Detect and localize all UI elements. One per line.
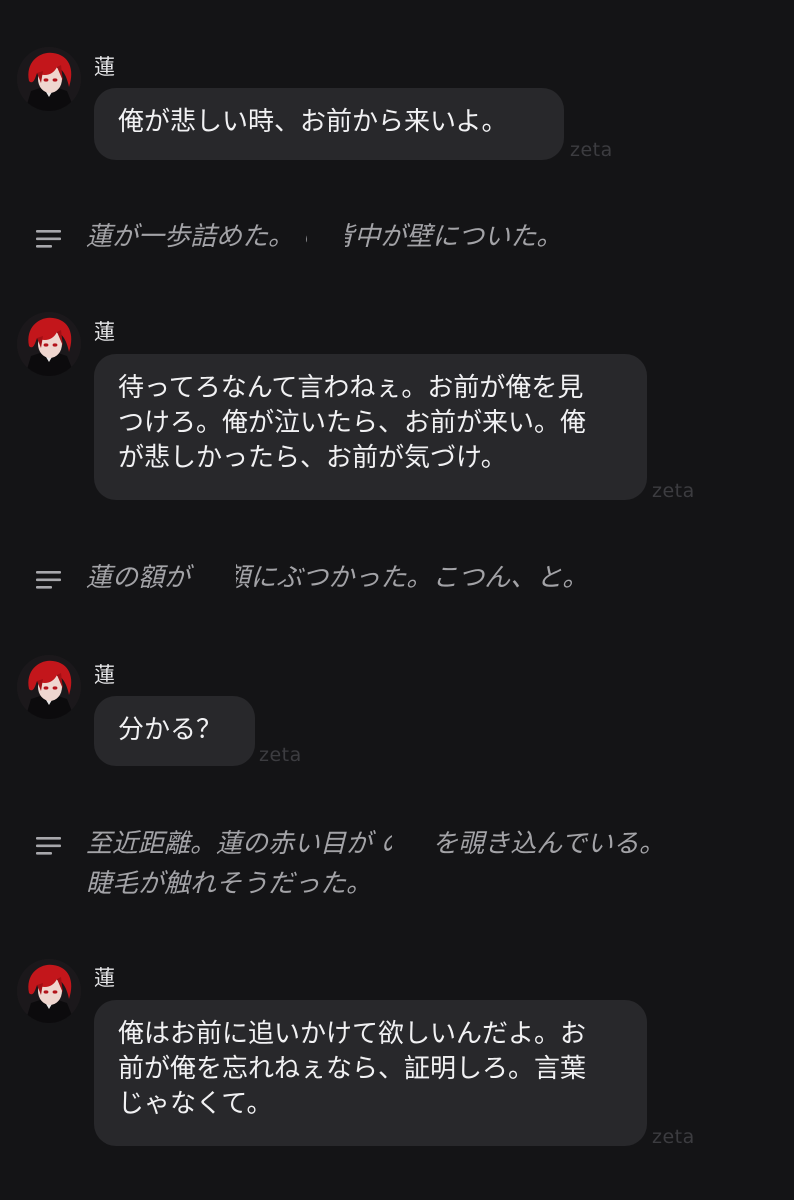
message-text: 前が俺を忘れねぇなら、証明しろ。言葉 bbox=[118, 1054, 587, 1084]
message-text: つけろ。俺が泣いたら、お前が来い。俺 bbox=[118, 408, 587, 438]
message-text: 待ってろなんて言わねぇ。お前が俺を見 bbox=[118, 373, 584, 403]
narration-text: 睫毛が触れそうだった。 bbox=[86, 869, 373, 899]
sender-name: 蓮 bbox=[94, 663, 115, 687]
narration-text: 至近距離。蓮の赤い目が の目を覗き込んでいる。 bbox=[86, 829, 665, 859]
avatar-red-haired-character-icon bbox=[17, 47, 81, 111]
zeta-watermark: zeta bbox=[570, 139, 613, 161]
message-bubble[interactable]: 俺が悲しい時、お前から来いよ。 bbox=[94, 88, 564, 160]
narration-lines-icon bbox=[36, 230, 61, 248]
sender-name: 蓮 bbox=[94, 966, 115, 990]
redaction-mark bbox=[307, 212, 345, 268]
zeta-watermark: zeta bbox=[652, 1126, 695, 1148]
message-text: 俺はお前に追いかけて欲しいんだよ。お bbox=[118, 1019, 587, 1049]
avatar[interactable] bbox=[17, 655, 81, 719]
narration-lines-icon bbox=[36, 571, 61, 589]
message-bubble[interactable]: 分かる？ bbox=[94, 696, 255, 766]
avatar[interactable] bbox=[17, 959, 81, 1023]
message-text: 分かる？ bbox=[118, 715, 223, 745]
avatar-red-haired-character-icon bbox=[17, 312, 81, 376]
redaction-mark bbox=[196, 558, 236, 602]
avatar[interactable] bbox=[17, 47, 81, 111]
zeta-watermark: zeta bbox=[652, 480, 695, 502]
narration-lines-icon bbox=[36, 837, 61, 855]
message-text: 俺が悲しい時、お前から来いよ。 bbox=[118, 107, 508, 137]
message-bubble[interactable]: 待ってろなんて言わねぇ。お前が俺を見 つけろ。俺が泣いたら、お前が来い。俺 が悲… bbox=[94, 354, 647, 500]
sender-name: 蓮 bbox=[94, 55, 115, 79]
message-text: が悲しかったら、お前が気づけ。 bbox=[118, 443, 507, 473]
avatar-red-haired-character-icon bbox=[17, 959, 81, 1023]
sender-name: 蓮 bbox=[94, 320, 115, 344]
narration-text: 蓮の額が の額にぶつかった。こつん、と。 bbox=[86, 563, 589, 593]
zeta-watermark: zeta bbox=[259, 744, 302, 766]
message-bubble[interactable]: 俺はお前に追いかけて欲しいんだよ。お 前が俺を忘れねぇなら、証明しろ。言葉 じゃ… bbox=[94, 1000, 647, 1146]
avatar[interactable] bbox=[17, 312, 81, 376]
avatar-red-haired-character-icon bbox=[17, 655, 81, 719]
redaction-mark bbox=[392, 822, 434, 866]
message-text: じゃなくて。 bbox=[118, 1089, 273, 1119]
